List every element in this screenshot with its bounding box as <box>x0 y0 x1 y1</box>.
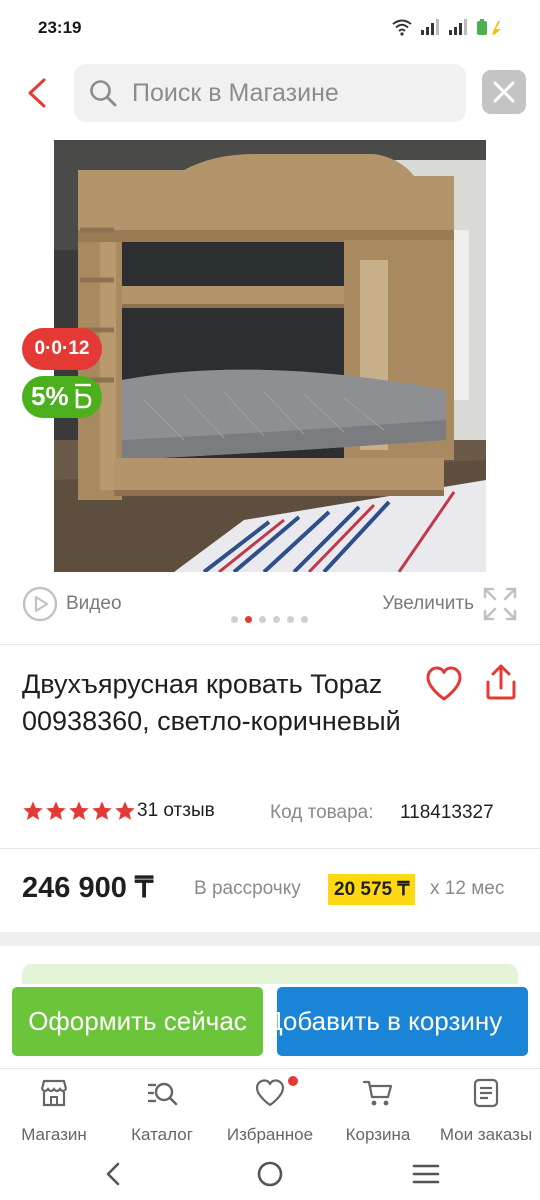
price-row: 246 900 ₸ В рассрочку 20 575 ₸ x 12 мес <box>22 868 522 910</box>
tab-catalog[interactable]: Каталог <box>108 1077 216 1147</box>
pagination-dot[interactable] <box>301 616 308 623</box>
back-arrow-icon[interactable] <box>22 76 56 110</box>
status-bar: 23:19 <box>0 0 540 56</box>
installment-term: x 12 мес <box>430 878 505 899</box>
notification-dot <box>288 1076 298 1086</box>
close-button[interactable] <box>482 70 526 114</box>
star-icon <box>46 801 66 820</box>
wifi-icon <box>392 19 412 36</box>
signal-icon-2 <box>449 19 467 35</box>
pagination-dot[interactable] <box>231 616 238 623</box>
system-nav-bar <box>0 1148 540 1200</box>
search-row: Поиск в Магазине <box>0 62 540 124</box>
pagination-dot[interactable] <box>273 616 280 623</box>
share-icon[interactable] <box>482 662 520 702</box>
nav-back-icon[interactable] <box>96 1156 132 1192</box>
section-separator <box>0 932 540 946</box>
reviews-link[interactable]: 31 отзыв <box>137 800 215 822</box>
bonus-b-icon <box>75 383 92 409</box>
sku-label: Код товара: <box>270 802 374 823</box>
promo-strip <box>22 964 518 984</box>
gallery-pagination <box>231 616 308 623</box>
divider <box>0 644 540 645</box>
expand-icon <box>483 587 517 621</box>
heart-icon[interactable] <box>424 664 464 704</box>
play-icon <box>22 586 58 622</box>
product-title: Двухъярусная кровать Topaz 00938360, све… <box>22 669 401 736</box>
store-icon <box>40 1079 68 1107</box>
rating-row: 31 отзыв Код товара: 118413327 <box>22 798 522 828</box>
status-time: 23:19 <box>38 18 82 37</box>
search-icon <box>90 80 117 107</box>
star-icon <box>115 801 135 820</box>
star-icon <box>23 801 43 820</box>
installment-label: В рассрочку <box>194 878 301 899</box>
checkout-now-button[interactable]: Оформить сейчас <box>12 987 263 1056</box>
bonus-percent: 5% <box>31 381 69 411</box>
star-icon <box>69 801 89 820</box>
status-icons <box>392 18 502 36</box>
sku-value: 118413327 <box>400 802 494 823</box>
tab-cart[interactable]: Корзина <box>324 1077 432 1147</box>
tab-label: Мои заказы <box>439 1125 533 1144</box>
add-to-cart-button[interactable]: Добавить в корзину <box>277 987 528 1056</box>
tab-favorites[interactable]: Избранное <box>216 1076 324 1147</box>
nav-home-icon[interactable] <box>252 1156 288 1192</box>
video-button[interactable]: Видео <box>22 586 122 622</box>
zoom-button[interactable]: Увеличить <box>382 586 518 622</box>
divider <box>0 848 540 849</box>
price: 246 900 ₸ <box>22 872 154 904</box>
bottom-tab-bar: Магазин Каталог Избранное Корзина Мои за… <box>0 1068 540 1148</box>
cart-icon <box>362 1080 393 1106</box>
pagination-dot[interactable] <box>259 616 266 623</box>
signal-icon <box>421 19 439 35</box>
search-input[interactable]: Поиск в Магазине <box>74 64 466 122</box>
orders-icon <box>473 1078 499 1108</box>
rating-stars[interactable] <box>22 800 136 822</box>
nav-menu-icon[interactable] <box>408 1156 444 1192</box>
installment-amount[interactable]: 20 575 ₸ <box>328 874 416 905</box>
star-icon <box>92 801 112 820</box>
tab-my-orders[interactable]: Мои заказы <box>432 1077 540 1147</box>
bonus-badge: 5% <box>22 376 102 418</box>
heart-icon <box>255 1079 285 1107</box>
close-icon <box>493 81 515 103</box>
battery-icon <box>477 19 501 35</box>
search-placeholder: Поиск в Магазине <box>132 79 339 107</box>
product-photo[interactable] <box>54 140 486 572</box>
catalog-search-icon <box>148 1082 178 1106</box>
pagination-dot[interactable] <box>287 616 294 623</box>
bunk-bed-illustration <box>54 140 486 572</box>
video-label: Видео <box>66 593 122 614</box>
add-to-cart-label: Добавить в корзину <box>277 1006 503 1036</box>
installment-promo-badge: 0·0·12 <box>22 328 102 370</box>
tab-store[interactable]: Магазин <box>0 1077 108 1147</box>
zoom-label: Увеличить <box>382 593 474 614</box>
pagination-dot[interactable] <box>245 616 252 623</box>
